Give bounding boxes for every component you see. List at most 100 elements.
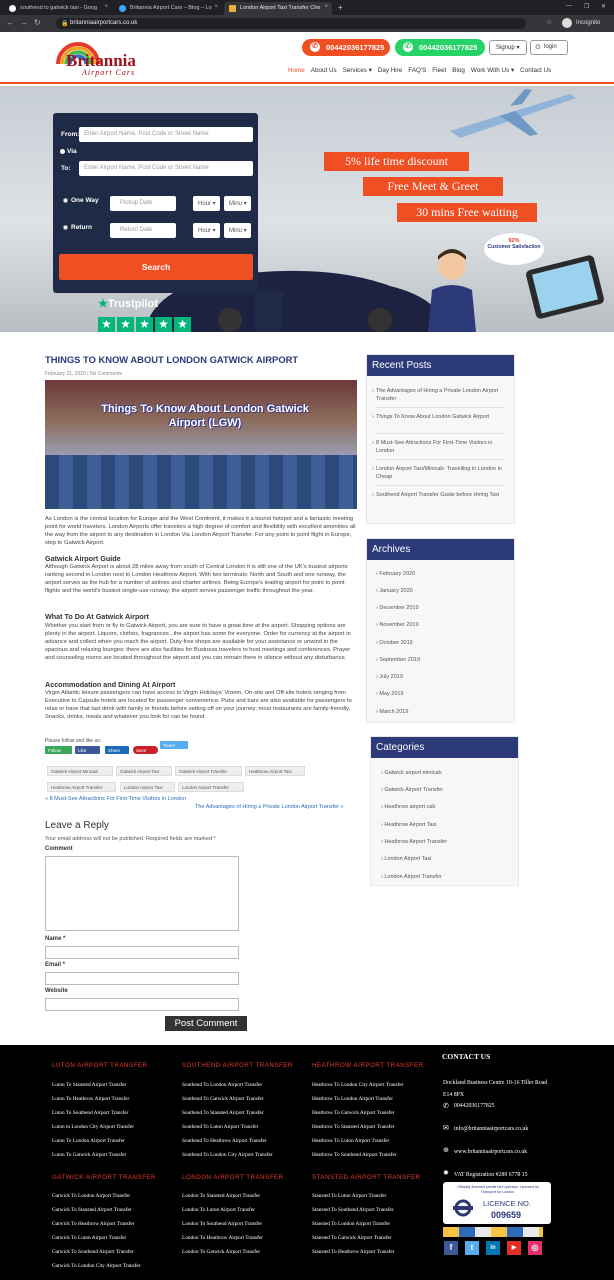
footer-link[interactable]: Heathrow To Gatwick Airport Transfer bbox=[312, 1110, 395, 1116]
comment-textarea[interactable] bbox=[45, 856, 239, 931]
archive-item[interactable]: › May 2019 bbox=[376, 690, 404, 698]
twitter-icon[interactable]: t bbox=[465, 1241, 479, 1255]
footer-link[interactable]: Southend To Luton Airport Transfer bbox=[182, 1124, 258, 1130]
footer-link[interactable]: Southend To Heathrow Airport Transfer bbox=[182, 1138, 267, 1144]
footer-link[interactable]: Southend To London Airport Transfer bbox=[182, 1082, 262, 1088]
post-comments-link[interactable]: No Comments bbox=[90, 371, 122, 377]
archive-item[interactable]: › January 2020 bbox=[376, 587, 413, 595]
contact-email[interactable]: info@britanniaairportcars.co.uk bbox=[454, 1126, 528, 1132]
footer-link[interactable]: London To Stansted Airport Transfer bbox=[182, 1193, 260, 1199]
archive-item[interactable]: › September 2019 bbox=[376, 656, 420, 664]
footer-link[interactable]: Stansted To London Airport Transfer bbox=[312, 1221, 390, 1227]
return-radio[interactable] bbox=[63, 225, 68, 230]
category-item[interactable]: › Heathrow Airport Taxi bbox=[381, 821, 437, 829]
return-minute-select[interactable]: Minu ▾ bbox=[224, 223, 251, 238]
archive-item[interactable]: › November 2019 bbox=[376, 621, 419, 629]
tab-close-icon[interactable]: × bbox=[104, 4, 108, 10]
tag-link[interactable]: Gatwick Airport Taxi bbox=[116, 766, 172, 776]
category-item[interactable]: › Gatwick Airport Transfer bbox=[381, 786, 443, 794]
return-date-input[interactable]: Return Date bbox=[110, 223, 176, 238]
address-bar[interactable]: 🔒 britanniaairportcars.co.uk bbox=[56, 18, 526, 29]
post-title[interactable]: THINGS TO KNOW ABOUT LONDON GATWICK AIRP… bbox=[45, 354, 298, 365]
archive-item[interactable]: › July 2019 bbox=[376, 673, 403, 681]
category-item[interactable]: › London Airport Transfer bbox=[381, 873, 442, 881]
recent-post-item[interactable]: › London Airport Taxi/Minicab- Travelling… bbox=[372, 465, 504, 481]
pickup-hour-select[interactable]: Hour ▾ bbox=[193, 196, 220, 211]
archive-item[interactable]: › March 2019 bbox=[376, 708, 408, 716]
footer-link[interactable]: Gatwick To Heathrow Airport Transfer bbox=[52, 1221, 135, 1227]
tag-link[interactable]: London Airport Taxi bbox=[120, 782, 175, 792]
footer-link[interactable]: Heathrow To Stansted Airport Transfer bbox=[312, 1124, 395, 1130]
footer-link[interactable]: Stansted To Luton Airport Transfer bbox=[312, 1193, 386, 1199]
footer-link[interactable]: Luton To Heathrow Airport Transfer bbox=[52, 1096, 129, 1102]
tag-link[interactable]: Heathrow Airport Taxi bbox=[245, 766, 305, 776]
signup-button[interactable]: Signup ▾ bbox=[489, 40, 527, 55]
previous-post-link[interactable]: « 8 Must-See Attractions For First-Time … bbox=[45, 796, 186, 802]
next-post-link[interactable]: The Advantages of Hiring a Private Londo… bbox=[195, 804, 344, 810]
login-button[interactable]: ⊙ login bbox=[530, 40, 568, 55]
archive-item[interactable]: › October 2019 bbox=[376, 639, 413, 647]
trustpilot-logo[interactable]: ★Trustpilot bbox=[98, 297, 158, 310]
nav-day-hire[interactable]: Day Hire bbox=[378, 67, 403, 74]
recent-post-item[interactable]: › Southend Airport Transfer Guide before … bbox=[372, 491, 504, 499]
follow-button[interactable]: Follow bbox=[45, 746, 72, 754]
email-input[interactable] bbox=[45, 972, 239, 985]
tag-link[interactable]: London Airport Transfer bbox=[178, 782, 244, 792]
browser-tab-active[interactable]: London Airport Taxi Transfer Che × bbox=[224, 2, 332, 15]
maximize-button[interactable]: ❐ bbox=[584, 3, 589, 10]
recent-post-item[interactable]: › Things To Know About London Gatwick Air… bbox=[372, 413, 504, 421]
category-item[interactable]: › Heathrow Airport Transfer bbox=[381, 838, 447, 846]
youtube-icon[interactable]: ▶ bbox=[507, 1241, 521, 1255]
footer-link[interactable]: Gatwick To Southend Airport Transfer bbox=[52, 1249, 134, 1255]
footer-link[interactable]: Luton to London City Airport Transfer bbox=[52, 1124, 134, 1130]
pickup-date-input[interactable]: Pickup Date bbox=[110, 196, 176, 211]
forward-icon[interactable]: → bbox=[20, 19, 28, 27]
footer-link[interactable]: Southend To London City Airport Transfer bbox=[182, 1152, 273, 1158]
facebook-like-button[interactable]: Like bbox=[75, 746, 100, 754]
post-comment-button[interactable]: Post Comment bbox=[165, 1016, 247, 1031]
profile-label[interactable]: Incognito bbox=[576, 20, 600, 26]
share-button[interactable]: Share bbox=[105, 746, 129, 754]
search-button[interactable]: Search bbox=[59, 254, 253, 280]
contact-website[interactable]: www.britanniaairportcars.co.uk bbox=[454, 1149, 527, 1155]
contact-phone[interactable]: 00442036177825 bbox=[454, 1103, 495, 1109]
footer-link[interactable]: London To Luton Airport Transfer bbox=[182, 1207, 255, 1213]
new-tab-button[interactable]: + bbox=[338, 3, 343, 12]
archive-item[interactable]: › February 2020 bbox=[376, 570, 415, 578]
footer-link[interactable]: London To Gatwick Airport Transfer bbox=[182, 1249, 260, 1255]
footer-link[interactable]: Heathrow To Luton Airport Transfer bbox=[312, 1138, 389, 1144]
footer-link[interactable]: Luton To Southend Airport Transfer bbox=[52, 1110, 128, 1116]
website-input[interactable] bbox=[45, 998, 239, 1011]
one-way-radio[interactable] bbox=[63, 198, 68, 203]
reload-icon[interactable]: ↻ bbox=[34, 19, 41, 27]
tag-link[interactable]: Heathrow Airport Transfer bbox=[47, 782, 116, 792]
nav-blog[interactable]: Blog bbox=[452, 67, 465, 74]
archive-item[interactable]: › December 2019 bbox=[376, 604, 419, 612]
nav-contact[interactable]: Contact Us bbox=[520, 67, 551, 74]
footer-link[interactable]: Gatwick To London Airport Transfer bbox=[52, 1193, 130, 1199]
nav-home[interactable]: Home bbox=[288, 67, 305, 74]
footer-link[interactable]: Stansted To Southend Airport Transfer bbox=[312, 1207, 394, 1213]
minimize-button[interactable]: — bbox=[566, 3, 572, 9]
footer-link[interactable]: Southend To Stansted Airport Transfer bbox=[182, 1110, 264, 1116]
footer-link[interactable]: Stansted To Gatwick Airport Transfer bbox=[312, 1235, 392, 1241]
footer-link[interactable]: Gatwick To Stansted Airport Transfer bbox=[52, 1207, 132, 1213]
nav-faqs[interactable]: FAQ'S bbox=[408, 67, 426, 74]
tweet-button[interactable]: Tweet bbox=[160, 741, 188, 749]
phone-button[interactable]: ✆ 00442036177825 bbox=[302, 39, 390, 56]
from-input[interactable]: Enter Airport Name, Post Code or Street … bbox=[79, 127, 253, 142]
whatsapp-button[interactable]: ✆ 00442036177825 bbox=[395, 39, 485, 56]
bookmark-star-icon[interactable]: ☆ bbox=[546, 19, 552, 27]
instagram-icon[interactable]: ◎ bbox=[528, 1241, 542, 1255]
facebook-icon[interactable]: f bbox=[444, 1241, 458, 1255]
footer-link[interactable]: Heathrow To London City Airport Transfer bbox=[312, 1082, 404, 1088]
footer-link[interactable]: London To Southend Airport Transfer bbox=[182, 1221, 262, 1227]
tag-link[interactable]: Gatwick Airport Transfer bbox=[175, 766, 242, 776]
category-item[interactable]: › Heathrow airport cab bbox=[381, 803, 435, 811]
category-item[interactable]: › London Airport Taxi bbox=[381, 855, 431, 863]
footer-link[interactable]: Gatwick To London City Airport Transfer bbox=[52, 1263, 141, 1269]
browser-tab[interactable]: southend to gatwick taxi - Goog × bbox=[4, 2, 112, 15]
nav-services[interactable]: Services ▾ bbox=[343, 67, 372, 74]
linkedin-icon[interactable]: in bbox=[486, 1241, 500, 1255]
recent-post-item[interactable]: › The Advantages of Hiring a Private Lond… bbox=[372, 387, 504, 403]
